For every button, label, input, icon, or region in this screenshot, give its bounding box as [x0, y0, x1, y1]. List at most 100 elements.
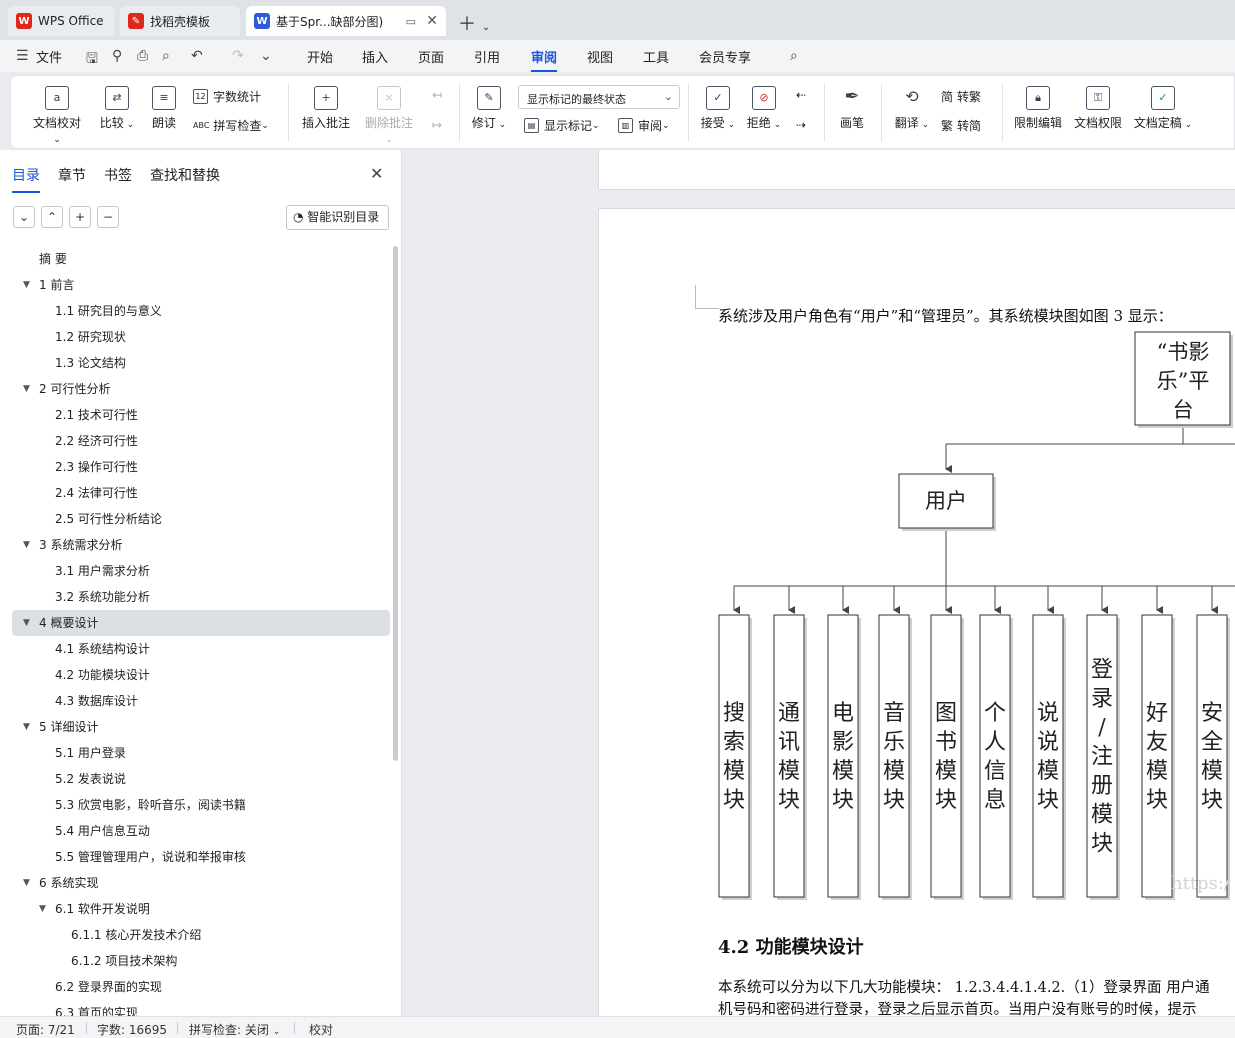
menu-review[interactable]: 审阅 [531, 47, 558, 72]
nav-tab-toc[interactable]: 目录 [12, 165, 40, 193]
toc-item[interactable]: ▼ 6 系统实现 [12, 870, 390, 896]
expand-toggle-icon[interactable]: ▼ [39, 896, 46, 922]
toc-item[interactable]: ▼ 6.1 软件开发说明 [12, 896, 390, 922]
spell-check-button[interactable]: ABC 拼写检查 ⌄ [193, 117, 269, 134]
next-comment-icon[interactable]: ↦ [427, 118, 447, 132]
toc-scrollbar[interactable] [393, 246, 398, 761]
word-count-indicator[interactable]: 字数: 16695 [97, 1021, 167, 1038]
restrict-edit-button[interactable]: 🔒︎ 限制编辑 [1013, 86, 1063, 131]
to-simplified-button[interactable]: 繁 转简 [941, 117, 981, 134]
close-icon[interactable]: ✕ [426, 13, 438, 29]
expand-toggle-icon[interactable]: ▼ [23, 610, 30, 636]
markup-state-select[interactable]: 显示标记的最终状态 ⌄ [518, 85, 680, 109]
doc-permission-button[interactable]: ⚿ 文档权限 [1073, 86, 1123, 131]
add-heading-button[interactable]: + [69, 206, 91, 228]
review-pane-button[interactable]: ▥ 审阅 ⌄ [618, 117, 670, 134]
chevron-down-icon[interactable]: ⌄ [260, 48, 272, 64]
revise-button[interactable]: ✎ 修订 ⌄ [470, 86, 508, 131]
toc-item[interactable]: 1.2 研究现状 [12, 324, 390, 350]
toc-item[interactable]: 3.2 系统功能分析 [12, 584, 390, 610]
proofread-indicator[interactable]: 校对 [309, 1021, 333, 1038]
toc-item[interactable]: ▼ 3 系统需求分析 [12, 532, 390, 558]
tab-daoke-templates[interactable]: ✎ 找稻壳模板 [120, 6, 240, 36]
menu-member[interactable]: 会员专享 [699, 47, 751, 66]
toc-item[interactable]: 2.4 法律可行性 [12, 480, 390, 506]
remove-heading-button[interactable]: − [97, 206, 119, 228]
expand-toggle-icon[interactable]: ▼ [23, 870, 30, 896]
menu-tools[interactable]: 工具 [643, 47, 669, 66]
save-icon[interactable]: 🖫 [86, 48, 98, 72]
read-aloud-button[interactable]: ≡ 朗读 [149, 86, 179, 131]
print-icon[interactable]: ⎙ [137, 48, 148, 64]
restore-icon[interactable]: ▭ [406, 15, 416, 28]
insert-comment-button[interactable]: + 插入批注 [301, 86, 351, 131]
next-change-icon[interactable]: ⇢ [791, 118, 811, 132]
close-icon[interactable]: ✕ [370, 164, 383, 183]
nav-tab-find-replace[interactable]: 查找和替换 [150, 165, 220, 185]
new-tab-button[interactable]: ＋ ⌄ [458, 10, 490, 36]
hamburger-icon[interactable]: ☰ [16, 48, 29, 64]
nav-tab-sections[interactable]: 章节 [58, 165, 86, 185]
nav-tab-bookmarks[interactable]: 书签 [104, 165, 132, 185]
menu-start[interactable]: 开始 [307, 47, 333, 66]
toc-item[interactable]: 1.1 研究目的与意义 [12, 298, 390, 324]
toc-item[interactable]: 摘 要 [12, 246, 390, 272]
menu-view[interactable]: 视图 [587, 47, 613, 66]
menu-insert[interactable]: 插入 [362, 47, 388, 66]
toc-item[interactable]: 4.3 数据库设计 [12, 688, 390, 714]
toc-item[interactable]: 5.1 用户登录 [12, 740, 390, 766]
page-indicator[interactable]: 页面: 7/21 [16, 1021, 75, 1038]
prev-change-icon[interactable]: ⇠ [791, 88, 811, 102]
toc-item[interactable]: 5.5 管理管理用户，说说和举报审核 [12, 844, 390, 870]
word-count-button[interactable]: 12 字数统计 [193, 88, 261, 105]
toc-item[interactable]: 4.1 系统结构设计 [12, 636, 390, 662]
toc-item[interactable]: ▼ 5 详细设计 [12, 714, 390, 740]
pen-button[interactable]: ✒ 画笔 [837, 86, 867, 131]
collapse-all-button[interactable]: ⌄ [13, 206, 35, 228]
tab-document[interactable]: W 基于Spr...缺部分图) ▭ ✕ [246, 6, 446, 36]
show-markup-button[interactable]: ▤ 显示标记 ⌄ [524, 117, 600, 134]
menu-page[interactable]: 页面 [418, 47, 444, 66]
toc-item[interactable]: 6.1.2 项目技术架构 [12, 948, 390, 974]
print-preview-icon[interactable]: ⌕ [162, 48, 170, 64]
search-icon[interactable]: ⌕ [790, 48, 798, 64]
toc-item[interactable]: 5.2 发表说说 [12, 766, 390, 792]
toc-item[interactable]: 2.3 操作可行性 [12, 454, 390, 480]
tab-wps-office[interactable]: W WPS Office [8, 6, 114, 36]
doc-finalize-button[interactable]: ✓ 文档定稿 ⌄ [1133, 86, 1193, 131]
expand-up-button[interactable]: ⌃ [41, 206, 63, 228]
toc-item[interactable]: 2.1 技术可行性 [12, 402, 390, 428]
to-traditional-button[interactable]: 简 转繁 [941, 88, 981, 105]
spell-check-indicator[interactable]: 拼写检查: 关闭 ⌄ [189, 1021, 280, 1038]
delete-comment-button[interactable]: × 删除批注 ⌄ [361, 86, 417, 145]
menu-file[interactable]: 文件 [36, 47, 62, 66]
toc-item[interactable]: 5.3 欣赏电影，聆听音乐，阅读书籍 [12, 792, 390, 818]
translate-button[interactable]: ⟲ 翻译 ⌄ [893, 86, 931, 131]
chevron-down-icon[interactable]: ⌄ [482, 22, 490, 33]
doc-check-button[interactable]: a 文档校对 ⌄ [29, 86, 85, 145]
expand-toggle-icon[interactable]: ▼ [23, 714, 30, 740]
toc-item[interactable]: 1.3 论文结构 [12, 350, 390, 376]
expand-toggle-icon[interactable]: ▼ [23, 272, 30, 298]
expand-toggle-icon[interactable]: ▼ [23, 376, 30, 402]
menu-reference[interactable]: 引用 [474, 47, 500, 66]
toc-item[interactable]: 6.1.1 核心开发技术介绍 [12, 922, 390, 948]
toc-item[interactable]: 4.2 功能模块设计 [12, 662, 390, 688]
toc-item[interactable]: 3.1 用户需求分析 [12, 558, 390, 584]
reject-button[interactable]: ⊘ 拒绝 ⌄ [745, 86, 783, 131]
smart-toc-button[interactable]: ◔ 智能识别目录 [286, 205, 389, 230]
compare-button[interactable]: ⇄ 比较 ⌄ [97, 86, 137, 131]
toc-item[interactable]: 2.2 经济可行性 [12, 428, 390, 454]
link-icon[interactable]: ⚲ [112, 48, 122, 64]
redo-icon[interactable]: ↷ [232, 48, 244, 64]
toc-item[interactable]: ▼ 2 可行性分析 [12, 376, 390, 402]
prev-comment-icon[interactable]: ↤ [427, 88, 447, 102]
toc-item[interactable]: ▼ 1 前言 [12, 272, 390, 298]
toc-item[interactable]: 5.4 用户信息互动 [12, 818, 390, 844]
toc-item[interactable]: 2.5 可行性分析结论 [12, 506, 390, 532]
undo-icon[interactable]: ↶ [191, 48, 203, 64]
accept-button[interactable]: ✓ 接受 ⌄ [699, 86, 737, 131]
document-page[interactable]: 系统涉及用户角色有“用户”和“管理员”。其系统模块图如图 3 显示： “书影 乐”… [598, 208, 1235, 1016]
toc-item[interactable]: ▼ 4 概要设计 [12, 610, 390, 636]
toc-item[interactable]: 6.2 登录界面的实现 [12, 974, 390, 1000]
